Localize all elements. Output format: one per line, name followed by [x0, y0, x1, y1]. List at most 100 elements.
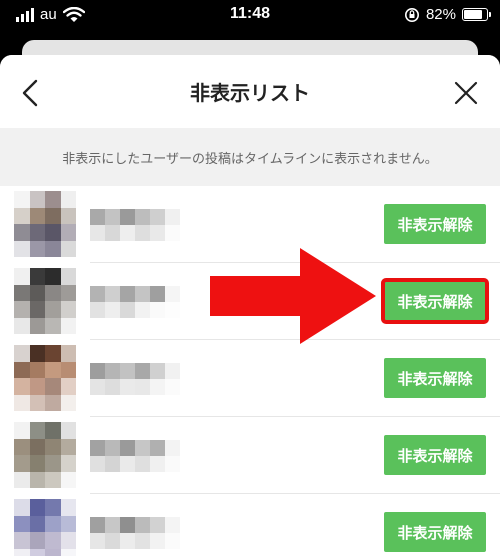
avatar-pixel [29, 532, 45, 549]
back-button[interactable] [12, 75, 48, 111]
avatar-pixel [14, 301, 30, 318]
avatar-pixel [45, 224, 61, 241]
avatar-pixel [29, 471, 45, 488]
avatar-pixel [14, 548, 30, 556]
name-pixel [135, 379, 150, 395]
avatar-pixel [60, 361, 76, 378]
avatar-pixel [29, 345, 45, 362]
status-right: 82% [404, 6, 491, 23]
notice-text: 非表示にしたユーザーの投稿はタイムラインに表示されません。 [0, 128, 500, 186]
battery-fill [464, 10, 482, 19]
avatar-pixel [29, 455, 45, 472]
avatar-pixel [45, 515, 61, 532]
name-pixel [165, 456, 180, 472]
name-pixel [90, 517, 105, 533]
avatar-pixel [60, 207, 76, 224]
name-pixel [135, 225, 150, 241]
avatar-pixel [45, 284, 61, 301]
avatar-pixel [29, 422, 45, 439]
name-pixel [135, 517, 150, 533]
name-pixel [165, 379, 180, 395]
name-pixel [165, 209, 180, 225]
avatar-pixel [45, 471, 61, 488]
avatar-pixel [45, 394, 61, 411]
user-name-mosaic [90, 286, 180, 318]
avatar-pixel [60, 471, 76, 488]
name-pixel [165, 363, 180, 379]
name-pixel [90, 440, 105, 456]
name-pixel [90, 225, 105, 241]
avatar-pixel [14, 317, 30, 334]
avatar [14, 345, 76, 411]
name-pixel [165, 440, 180, 456]
avatar-pixel [29, 268, 45, 285]
avatar-pixel [60, 268, 76, 285]
avatar-pixel [14, 438, 30, 455]
avatar-pixel [29, 224, 45, 241]
name-pixel [135, 533, 150, 549]
avatar-pixel [45, 548, 61, 556]
name-pixel [165, 533, 180, 549]
avatar-pixel [60, 301, 76, 318]
name-pixel [165, 225, 180, 241]
avatar-pixel [29, 207, 45, 224]
avatar-pixel [45, 499, 61, 516]
name-pixel [90, 286, 105, 302]
name-pixel [120, 440, 135, 456]
avatar-pixel [45, 268, 61, 285]
name-pixel [120, 209, 135, 225]
avatar-pixel [45, 317, 61, 334]
chevron-left-icon [22, 79, 38, 107]
avatar-pixel [60, 455, 76, 472]
name-pixel [150, 286, 165, 302]
unhide-button[interactable]: 非表示解除 [384, 204, 486, 244]
avatar-pixel [60, 191, 76, 208]
name-pixel [120, 302, 135, 318]
avatar-pixel [29, 284, 45, 301]
name-pixel [135, 302, 150, 318]
avatar-pixel [14, 499, 30, 516]
avatar-pixel [14, 532, 30, 549]
avatar-pixel [60, 499, 76, 516]
name-pixel [165, 302, 180, 318]
user-name-mosaic [90, 517, 180, 549]
unhide-button[interactable]: 非表示解除 [384, 358, 486, 398]
avatar [14, 191, 76, 257]
name-pixel [105, 209, 120, 225]
avatar-pixel [45, 378, 61, 395]
close-button[interactable] [448, 75, 484, 111]
name-pixel [150, 517, 165, 533]
status-bar: au 11:48 82% [0, 0, 500, 32]
unhide-button[interactable]: 非表示解除 [384, 435, 486, 475]
name-pixel [105, 440, 120, 456]
avatar-pixel [14, 224, 30, 241]
avatar-pixel [45, 455, 61, 472]
user-name-mosaic [90, 440, 180, 472]
name-pixel [120, 379, 135, 395]
pointing-arrow-icon [210, 248, 376, 344]
page-title: 非表示リスト [190, 81, 310, 105]
avatar-pixel [29, 548, 45, 556]
unhide-button[interactable]: 非表示解除 [384, 512, 486, 552]
avatar-pixel [14, 471, 30, 488]
avatar-pixel [29, 240, 45, 257]
name-pixel [105, 225, 120, 241]
avatar-pixel [45, 345, 61, 362]
close-icon [454, 81, 478, 105]
avatar-pixel [60, 317, 76, 334]
name-pixel [90, 456, 105, 472]
modal-header: 非表示リスト [0, 55, 500, 128]
list-item: 非表示解除 [0, 417, 500, 494]
avatar-pixel [60, 532, 76, 549]
name-pixel [105, 456, 120, 472]
user-name-mosaic [90, 209, 180, 241]
name-pixel [90, 379, 105, 395]
name-pixel [150, 440, 165, 456]
name-pixel [120, 225, 135, 241]
name-pixel [90, 363, 105, 379]
avatar [14, 268, 76, 334]
avatar-pixel [14, 422, 30, 439]
avatar-pixel [29, 317, 45, 334]
name-pixel [150, 225, 165, 241]
unhide-button-highlighted[interactable]: 非表示解除 [381, 278, 489, 324]
